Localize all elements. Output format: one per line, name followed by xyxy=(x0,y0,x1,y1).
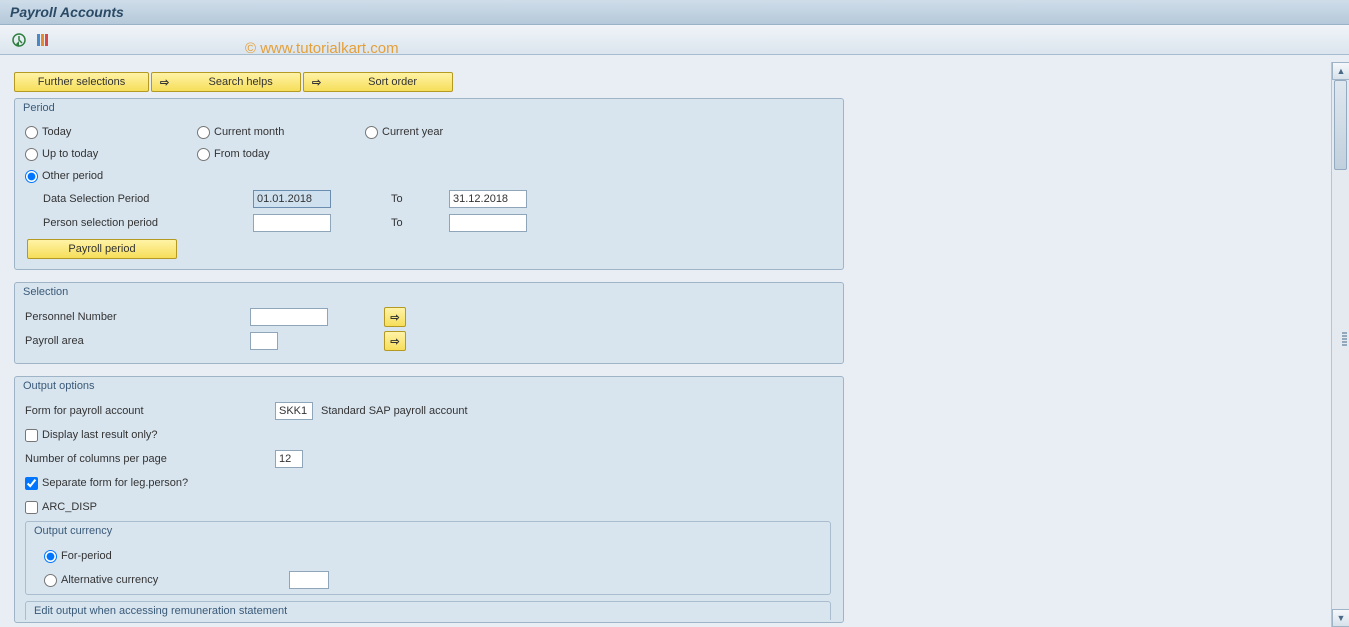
from-today-label: From today xyxy=(214,148,270,160)
data-selection-period-label: Data Selection Period xyxy=(43,193,253,205)
output-currency-group: Output currency For-period Alternative c… xyxy=(25,521,831,595)
scroll-thumb[interactable] xyxy=(1334,80,1347,170)
vertical-scrollbar[interactable]: ▲ ▼ xyxy=(1331,62,1349,627)
today-label: Today xyxy=(42,126,71,138)
to-label-1: To xyxy=(391,193,431,205)
up-to-today-label: Up to today xyxy=(42,148,98,160)
person-selection-to-input[interactable] xyxy=(449,214,527,232)
alternative-currency-label: Alternative currency xyxy=(61,574,289,586)
payroll-period-button[interactable]: Payroll period xyxy=(27,239,177,259)
arrow-right-icon: ⇨ xyxy=(160,76,169,89)
variant-icon[interactable] xyxy=(34,31,52,49)
data-selection-from-input[interactable] xyxy=(253,190,331,208)
selection-group: Selection Personnel Number ⇨ Payroll are… xyxy=(14,282,844,364)
arc-disp-label: ARC_DISP xyxy=(42,501,97,513)
content-area: Further selections ⇨ Search helps ⇨ Sort… xyxy=(0,62,1331,627)
current-year-label: Current year xyxy=(382,126,443,138)
search-helps-label: Search helps xyxy=(189,76,292,88)
arc-disp-checkbox[interactable] xyxy=(25,501,38,514)
form-payroll-account-desc: Standard SAP payroll account xyxy=(321,405,468,417)
payroll-area-input[interactable] xyxy=(250,332,278,350)
page-title: Payroll Accounts xyxy=(10,4,124,20)
payroll-area-more-button[interactable]: ⇨ xyxy=(384,331,406,351)
toolbar xyxy=(0,25,1349,55)
selection-group-title: Selection xyxy=(15,283,843,301)
num-columns-input[interactable] xyxy=(275,450,303,468)
current-year-radio[interactable] xyxy=(365,126,378,139)
arrow-right-icon: ⇨ xyxy=(312,76,321,89)
sort-order-button[interactable]: ⇨ Sort order xyxy=(303,72,453,92)
up-to-today-radio[interactable] xyxy=(25,148,38,161)
to-label-2: To xyxy=(391,217,431,229)
arrow-right-icon: ⇨ xyxy=(390,311,399,324)
payroll-period-label: Payroll period xyxy=(68,243,135,255)
personnel-number-input[interactable] xyxy=(250,308,328,326)
edit-output-title: Edit output when accessing remuneration … xyxy=(26,602,830,620)
separate-form-checkbox[interactable] xyxy=(25,477,38,490)
current-month-label: Current month xyxy=(214,126,284,138)
output-options-group: Output options Form for payroll account … xyxy=(14,376,844,623)
edit-output-group: Edit output when accessing remuneration … xyxy=(25,601,831,620)
today-radio[interactable] xyxy=(25,126,38,139)
form-payroll-account-label: Form for payroll account xyxy=(25,405,275,417)
alternative-currency-radio[interactable] xyxy=(44,574,57,587)
alternative-currency-input[interactable] xyxy=(289,571,329,589)
scroll-up-button[interactable]: ▲ xyxy=(1332,62,1349,80)
scroll-down-button[interactable]: ▼ xyxy=(1332,609,1349,627)
other-period-radio[interactable] xyxy=(25,170,38,183)
person-selection-period-label: Person selection period xyxy=(43,217,253,229)
from-today-radio[interactable] xyxy=(197,148,210,161)
top-buttons-row: Further selections ⇨ Search helps ⇨ Sort… xyxy=(14,72,1317,92)
display-last-result-label: Display last result only? xyxy=(42,429,158,441)
other-period-label: Other period xyxy=(42,170,103,182)
output-options-title: Output options xyxy=(15,377,843,395)
separate-form-label: Separate form for leg.person? xyxy=(42,477,188,489)
period-group: Period Today Current month Current year xyxy=(14,98,844,270)
search-helps-button[interactable]: ⇨ Search helps xyxy=(151,72,301,92)
further-selections-button[interactable]: Further selections xyxy=(14,72,149,92)
person-selection-from-input[interactable] xyxy=(253,214,331,232)
personnel-number-more-button[interactable]: ⇨ xyxy=(384,307,406,327)
arrow-right-icon: ⇨ xyxy=(390,335,399,348)
for-period-label: For-period xyxy=(61,550,112,562)
sort-order-label: Sort order xyxy=(341,76,444,88)
period-group-title: Period xyxy=(15,99,843,117)
page-title-bar: Payroll Accounts xyxy=(0,0,1349,25)
current-month-radio[interactable] xyxy=(197,126,210,139)
display-last-result-checkbox[interactable] xyxy=(25,429,38,442)
scroll-grip-icon xyxy=(1342,332,1347,354)
data-selection-to-input[interactable] xyxy=(449,190,527,208)
num-columns-label: Number of columns per page xyxy=(25,453,275,465)
further-selections-label: Further selections xyxy=(38,76,125,88)
output-currency-title: Output currency xyxy=(26,522,830,540)
personnel-number-label: Personnel Number xyxy=(25,311,250,323)
execute-icon[interactable] xyxy=(10,31,28,49)
form-payroll-account-input[interactable] xyxy=(275,402,313,420)
payroll-area-label: Payroll area xyxy=(25,335,250,347)
for-period-radio[interactable] xyxy=(44,550,57,563)
